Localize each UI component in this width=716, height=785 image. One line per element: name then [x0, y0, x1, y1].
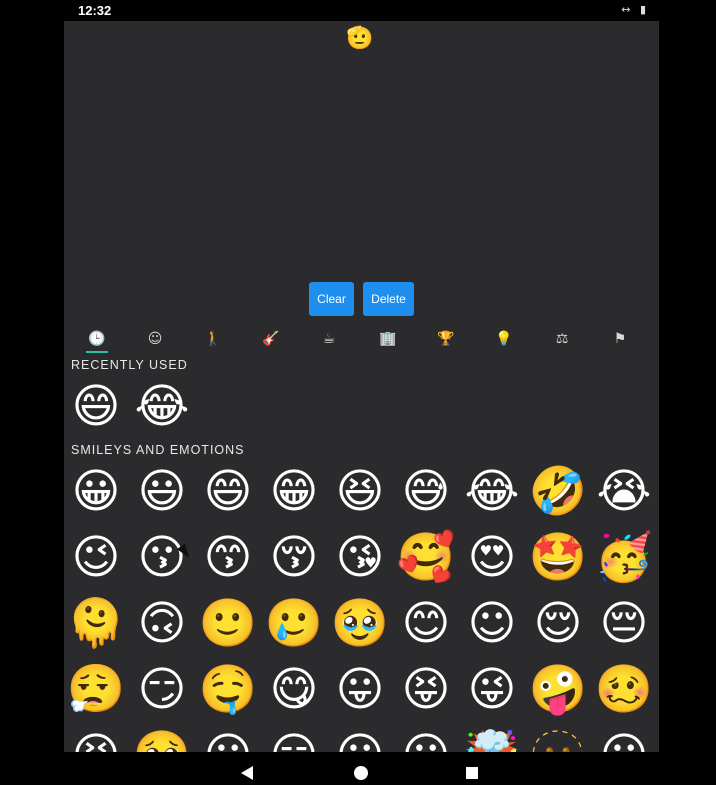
- emoji-cell[interactable]: 🥰: [396, 528, 456, 588]
- emoji-cell[interactable]: 🤣: [528, 462, 588, 522]
- activity-icon[interactable]: 🎸: [257, 327, 285, 351]
- emoji-cell[interactable]: 😶: [330, 726, 390, 752]
- smiley-icon[interactable]: ☺: [141, 327, 169, 351]
- emoji-cell[interactable]: 🤪: [528, 660, 588, 720]
- person-icon[interactable]: 🚶: [199, 327, 227, 351]
- emoji-cell[interactable]: 🤯: [462, 726, 522, 752]
- emoji-cell[interactable]: 😅: [396, 462, 456, 522]
- emoji-cell[interactable]: 😚: [264, 528, 324, 588]
- emoji-cell[interactable]: 😁: [264, 462, 324, 522]
- symbols-icon[interactable]: ⚖: [548, 327, 576, 351]
- emoji-cell[interactable]: ☺: [462, 594, 522, 654]
- emoji-cell[interactable]: 🥳: [594, 528, 654, 588]
- emoji-cell[interactable]: 😂: [132, 377, 192, 437]
- emoji-cell[interactable]: 😋: [264, 660, 324, 720]
- recently-used-heading: RECENTLY USED: [71, 358, 188, 372]
- emoji-cell[interactable]: 😶: [198, 726, 258, 752]
- emoji-cell[interactable]: 😍: [462, 528, 522, 588]
- navigation-bar: [0, 752, 716, 785]
- emoji-cell[interactable]: 😛: [330, 660, 390, 720]
- emoji-cell[interactable]: 🤩: [528, 528, 588, 588]
- emoji-cell[interactable]: 😝: [396, 660, 456, 720]
- emoji-cell[interactable]: 😙: [198, 528, 258, 588]
- category-tabs: 🕒 ☺ 🚶 🎸 ☕ 🏢 🏆 💡 ⚖ ⚑: [64, 321, 659, 355]
- emoji-cell[interactable]: 😑: [264, 726, 324, 752]
- emoji-cell[interactable]: 🤤: [198, 660, 258, 720]
- clear-button[interactable]: Clear: [309, 282, 354, 316]
- status-icons: ↔ ▮: [615, 3, 646, 16]
- food-icon[interactable]: ☕: [315, 327, 343, 351]
- emoji-cell[interactable]: 🥴: [594, 660, 654, 720]
- status-time: 12:32: [78, 3, 112, 18]
- emoji-cell[interactable]: 😭: [594, 462, 654, 522]
- emoji-cell[interactable]: 😜: [462, 660, 522, 720]
- active-tab-indicator: [86, 351, 108, 353]
- emoji-cell[interactable]: 😆: [330, 462, 390, 522]
- emoji-cell[interactable]: 😃: [132, 462, 192, 522]
- emoji-cell[interactable]: 😂: [462, 462, 522, 522]
- emoji-cell[interactable]: 😄: [66, 377, 126, 437]
- flag-icon[interactable]: ⚑: [606, 327, 634, 351]
- trophy-icon[interactable]: 🏆: [432, 327, 460, 351]
- battery-icon: ▮: [639, 3, 646, 16]
- lightbulb-icon[interactable]: 💡: [490, 327, 518, 351]
- back-icon[interactable]: [241, 766, 253, 780]
- emoji-cell[interactable]: 🫠: [66, 594, 126, 654]
- emoji-cell[interactable]: 😶: [396, 726, 456, 752]
- emoji-cell[interactable]: 😣: [66, 726, 126, 752]
- emoji-cell[interactable]: 🥹: [330, 594, 390, 654]
- emoji-cell[interactable]: 🙃: [132, 594, 192, 654]
- data-sync-icon: ↔: [621, 3, 631, 16]
- emoji-cell[interactable]: 😀: [66, 462, 126, 522]
- emoji-cell[interactable]: 🥺: [132, 726, 192, 752]
- travel-icon[interactable]: 🏢: [374, 327, 402, 351]
- status-bar: 12:32 ↔ ▮: [0, 0, 716, 21]
- selected-emoji-display: 🫡: [346, 26, 374, 51]
- emoji-cell[interactable]: 😄: [198, 462, 258, 522]
- delete-button[interactable]: Delete: [363, 282, 414, 316]
- emoji-cell[interactable]: 😮‍💨: [66, 660, 126, 720]
- smileys-heading: SMILEYS AND EMOTIONS: [71, 443, 245, 457]
- emoji-cell[interactable]: 😊: [396, 594, 456, 654]
- emoji-cell[interactable]: 🥲: [264, 594, 324, 654]
- home-icon[interactable]: [354, 766, 368, 780]
- emoji-cell[interactable]: 🫥: [528, 726, 588, 752]
- recent-icon[interactable]: 🕒: [83, 327, 111, 351]
- emoji-cell[interactable]: 😏: [132, 660, 192, 720]
- emoji-cell[interactable]: 🙂: [198, 594, 258, 654]
- emoji-cell[interactable]: 😌: [528, 594, 588, 654]
- emoji-cell[interactable]: 😐: [594, 726, 654, 752]
- emoji-cell[interactable]: 😉: [66, 528, 126, 588]
- emoji-picker-app: 🫡 Clear Delete 🕒 ☺ 🚶 🎸 ☕ 🏢 🏆 💡 ⚖ ⚑ RECEN…: [64, 21, 659, 752]
- recents-icon[interactable]: [466, 767, 478, 779]
- emoji-cell[interactable]: 😘: [330, 528, 390, 588]
- emoji-cell[interactable]: 😔: [594, 594, 654, 654]
